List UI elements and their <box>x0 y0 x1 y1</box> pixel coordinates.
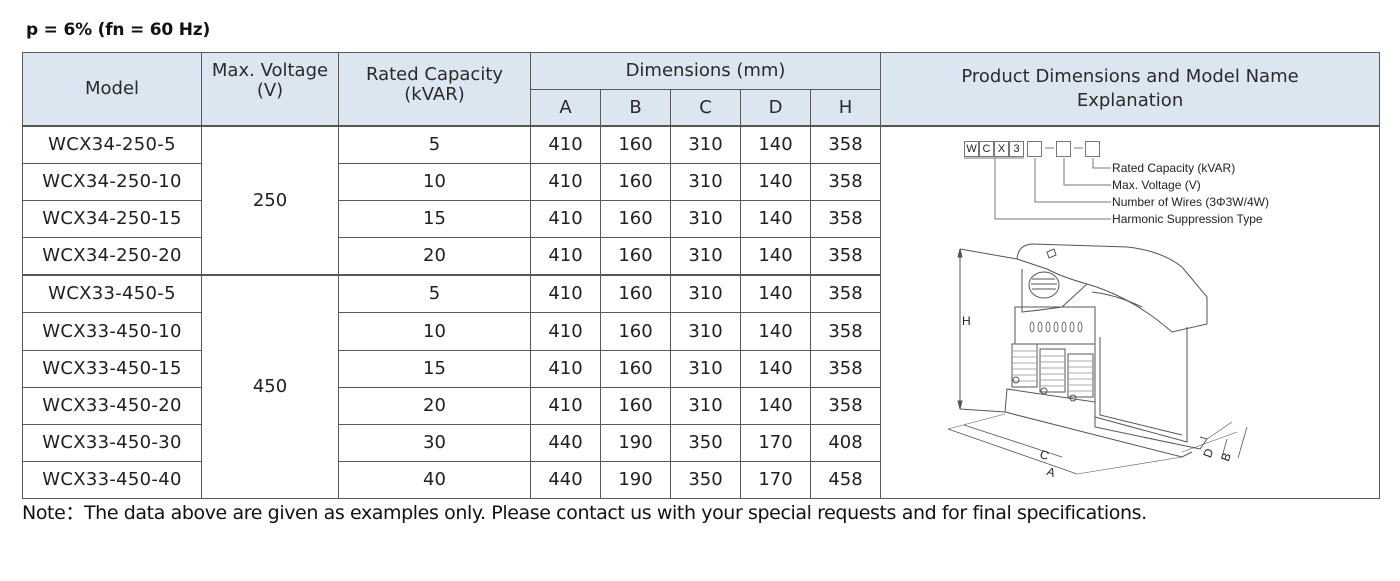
cell-model: WCX34-250-15 <box>22 200 202 239</box>
cell-dim-d: 170 <box>740 460 811 499</box>
cell-dim-d: 170 <box>740 423 811 462</box>
cell-dim-c: 310 <box>670 200 741 239</box>
cell-dim-h: 358 <box>809 163 882 202</box>
header-product-explanation: Product Dimensions and Model Name Explana… <box>880 52 1381 127</box>
cell-dim-h: 358 <box>809 125 882 165</box>
cell-dim-c: 310 <box>670 163 741 202</box>
cell-dim-c: 310 <box>670 237 741 276</box>
dim-label-h: H <box>962 314 971 329</box>
cell-dim-b: 160 <box>600 349 671 388</box>
cell-dim-b: 190 <box>600 460 671 499</box>
cell-dim-b: 160 <box>600 386 671 425</box>
table-row: WCX34-250-5 250 5 410 160 310 140 358 W C X 3 <box>22 125 1381 499</box>
header-dim-a: A <box>530 89 601 127</box>
cell-dim-a: 410 <box>530 163 601 202</box>
cell-dim-b: 190 <box>600 423 671 462</box>
cell-dim-a: 410 <box>530 274 601 314</box>
header-dim-c: C <box>670 89 741 127</box>
header-dimensions: Dimensions (mm) <box>529 52 882 90</box>
cell-dim-d: 140 <box>740 386 811 425</box>
label-number-of-wires: Number of Wires (3Φ3W/4W) <box>1112 195 1269 210</box>
cell-dim-a: 440 <box>530 423 601 462</box>
header-model: Model <box>22 52 202 127</box>
cell-dim-h: 358 <box>809 237 882 276</box>
cell-rated-capacity: 5 <box>338 125 531 165</box>
cell-model: WCX33-450-40 <box>22 460 202 499</box>
cell-dim-b: 160 <box>600 125 671 165</box>
cell-dim-d: 140 <box>740 274 811 314</box>
cell-dim-d: 140 <box>740 163 811 202</box>
header-dim-b: B <box>600 89 671 127</box>
header-max-voltage: Max. Voltage (V) <box>201 52 339 127</box>
cell-model: WCX33-450-5 <box>22 274 202 314</box>
cell-dim-a: 410 <box>530 200 601 239</box>
cell-rated-capacity: 20 <box>338 386 531 425</box>
cell-dim-b: 160 <box>600 312 671 351</box>
cell-model: WCX34-250-5 <box>22 125 202 165</box>
cell-rated-capacity: 15 <box>338 200 531 239</box>
header-dim-d: D <box>740 89 811 127</box>
cell-dim-h: 358 <box>809 274 882 314</box>
cell-dim-a: 440 <box>530 460 601 499</box>
cell-rated-capacity: 30 <box>338 423 531 462</box>
cell-rated-capacity: 40 <box>338 460 531 499</box>
reactor-drawing <box>947 243 1248 475</box>
cell-rated-capacity: 10 <box>338 312 531 351</box>
cell-model: WCX34-250-10 <box>22 163 202 202</box>
footnote: Note：The data above are given as example… <box>22 502 1147 524</box>
cell-dim-b: 160 <box>600 274 671 314</box>
cell-dim-b: 160 <box>600 163 671 202</box>
cell-model: WCX33-450-10 <box>22 312 202 351</box>
cell-dim-c: 310 <box>670 349 741 388</box>
cell-dim-h: 358 <box>809 349 882 388</box>
cell-dim-c: 310 <box>670 125 741 165</box>
cell-dim-a: 410 <box>530 349 601 388</box>
cell-rated-capacity: 5 <box>338 274 531 314</box>
cell-dim-d: 140 <box>740 237 811 276</box>
cell-dim-d: 140 <box>740 125 811 165</box>
cell-max-voltage: 250 <box>201 125 339 276</box>
specification-table: Model Max. Voltage (V) Rated Capacity (kVA… <box>22 52 1381 499</box>
cell-model: WCX33-450-20 <box>22 386 202 425</box>
cell-dim-c: 350 <box>670 460 741 499</box>
cell-dim-a: 410 <box>530 386 601 425</box>
cell-max-voltage: 450 <box>201 274 339 499</box>
cell-model: WCX33-450-30 <box>22 423 202 462</box>
header-rated-capacity: Rated Capacity (kVAR) <box>338 52 531 127</box>
header-dim-h: H <box>809 89 882 127</box>
cell-rated-capacity: 15 <box>338 349 531 388</box>
product-diagram-cell: W C X 3 Rated Capacity (kVAR) Max. Volta… <box>880 125 1381 499</box>
cell-model: WCX33-450-15 <box>22 349 202 388</box>
cell-dim-c: 310 <box>670 274 741 314</box>
cell-dim-b: 160 <box>600 237 671 276</box>
cell-model: WCX34-250-20 <box>22 237 202 276</box>
table-subtitle: p = 6% (fn = 60 Hz) <box>26 20 211 40</box>
cell-dim-d: 140 <box>740 349 811 388</box>
cell-dim-d: 140 <box>740 312 811 351</box>
cell-dim-c: 310 <box>670 386 741 425</box>
cell-dim-c: 350 <box>670 423 741 462</box>
cell-rated-capacity: 10 <box>338 163 531 202</box>
cell-dim-d: 140 <box>740 200 811 239</box>
cell-dim-b: 160 <box>600 200 671 239</box>
cell-dim-a: 410 <box>530 125 601 165</box>
label-harmonic-type: Harmonic Suppression Type <box>1112 212 1263 227</box>
label-rated-capacity: Rated Capacity (kVAR) <box>1112 161 1236 176</box>
cell-dim-c: 310 <box>670 312 741 351</box>
label-max-voltage: Max. Voltage (V) <box>1112 178 1201 193</box>
cell-dim-h: 358 <box>809 312 882 351</box>
cell-dim-h: 458 <box>809 460 882 499</box>
cell-dim-a: 410 <box>530 237 601 276</box>
cell-dim-h: 358 <box>809 200 882 239</box>
cell-dim-h: 408 <box>809 423 882 462</box>
cell-dim-h: 358 <box>809 386 882 425</box>
cell-dim-a: 410 <box>530 312 601 351</box>
cell-rated-capacity: 20 <box>338 237 531 276</box>
model-diagram: W C X 3 Rated Capacity (kVAR) Max. Volta… <box>882 127 1378 497</box>
